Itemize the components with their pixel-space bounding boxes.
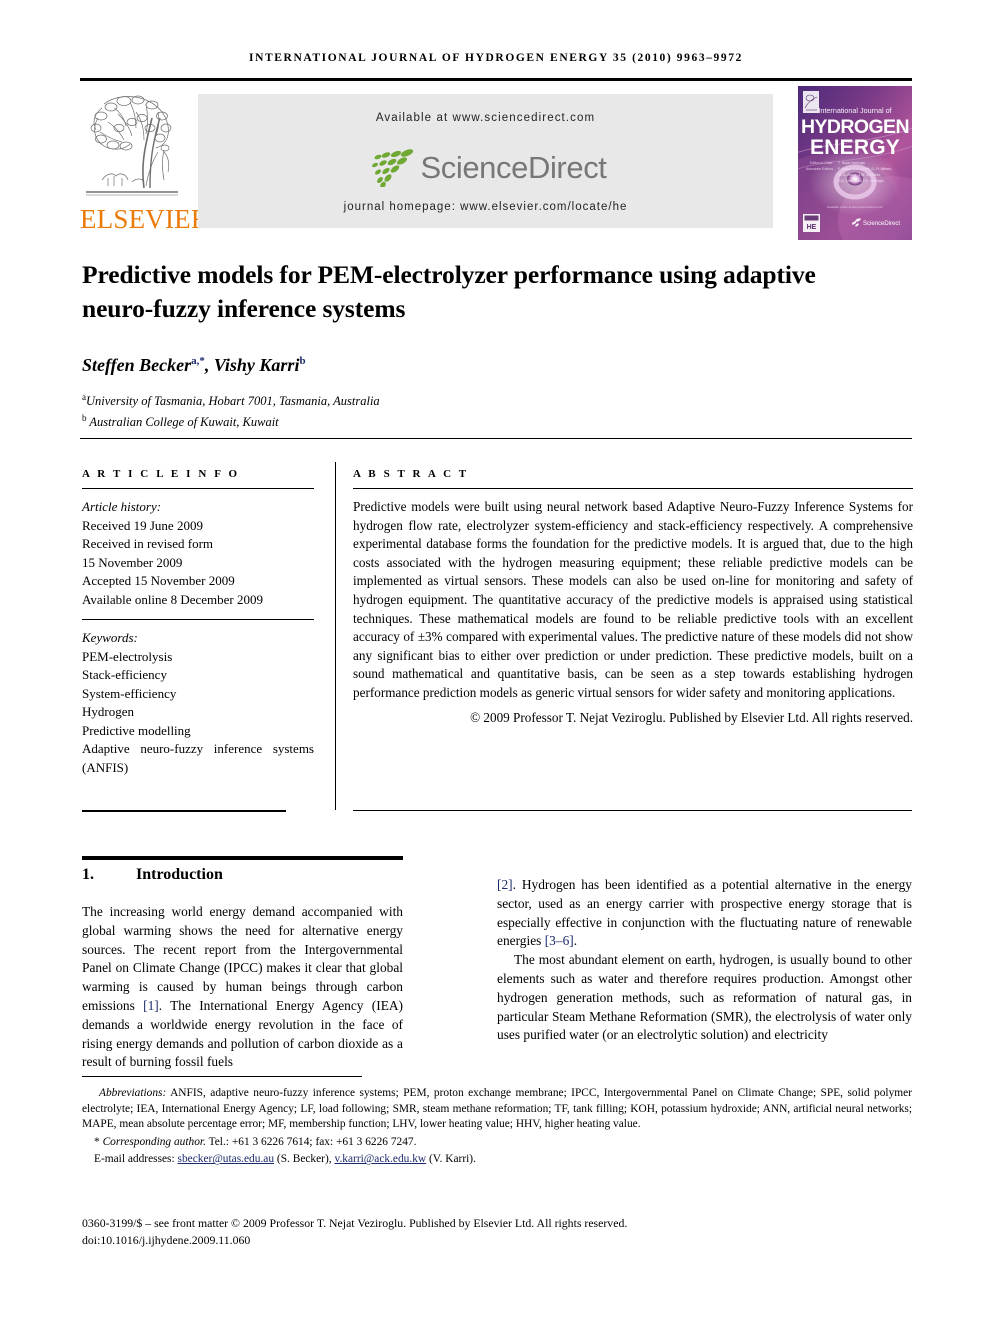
- svg-text:ScienceDirect: ScienceDirect: [863, 221, 900, 227]
- sciencedirect-banner: Available at www.sciencedirect.com Scien…: [198, 94, 773, 228]
- elsevier-wordmark: ELSEVIER: [80, 204, 210, 234]
- keyword-item: PEM-electrolysis: [82, 648, 173, 664]
- abstract-column: A B S T R A C T Predictive models were b…: [353, 468, 913, 727]
- abbreviations-label: Abbreviations:: [99, 1087, 167, 1099]
- keywords-block: Keywords: PEM-electrolysis Stack-efficie…: [82, 629, 314, 777]
- issn-front-matter: 0360-3199/$ – see front matter © 2009 Pr…: [82, 1216, 628, 1230]
- available-at-text: Available at www.sciencedirect.com: [375, 112, 596, 124]
- citation-ref: [3–6]: [544, 933, 574, 949]
- elsevier-logo: ELSEVIER: [80, 86, 210, 240]
- sciencedirect-wordmark: ScienceDirect: [420, 150, 607, 185]
- abstract-heading: A B S T R A C T: [353, 468, 469, 480]
- keyword-item: Stack-efficiency: [82, 667, 167, 682]
- svg-text:T. Nejat Veziroglu: T. Nejat Veziroglu: [838, 161, 865, 165]
- svg-text:HYDROGEN: HYDROGEN: [801, 116, 909, 138]
- history-item: Received 19 June 2009: [82, 517, 203, 533]
- keyword-item: Predictive modelling: [82, 722, 191, 738]
- svg-text:International Journal of: International Journal of: [818, 106, 891, 115]
- paragraph-text: The increasing world energy demand accom…: [82, 904, 403, 1013]
- svg-text:ENERGY: ENERGY: [810, 136, 900, 159]
- author-2-affil-marker: b: [299, 355, 306, 367]
- svg-text:S.A. Sherif and T.N. Veziroglu: S.A. Sherif and T.N. Veziroglu: [838, 179, 884, 183]
- doi-line: doi:10.1016/j.ijhydene.2009.11.060: [82, 1232, 251, 1247]
- svg-text:W.-A. Amos, J.W. Sheffield,: W.-A. Amos, J.W. Sheffield,: [838, 173, 881, 177]
- svg-text:Available online at www.scienc: Available online at www.sciencedirect.co…: [827, 205, 884, 209]
- footnote-rule: [82, 1076, 362, 1077]
- history-item: Received in revised form: [82, 536, 214, 551]
- article-info-rule: [82, 488, 314, 489]
- running-head: INTERNATIONAL JOURNAL OF HYDROGEN ENERGY…: [249, 52, 743, 64]
- article-info-column: A R T I C L E I N F O Article history: R…: [82, 468, 314, 777]
- email-owner-1: (S. Becker),: [274, 1153, 332, 1166]
- title-block-rule: [80, 438, 912, 439]
- body-column-right: [2]. Hydrogen has been identified as a p…: [497, 876, 912, 1045]
- svg-text:Editor-in-Chief: Editor-in-Chief: [810, 161, 832, 165]
- header-rule: [80, 78, 912, 81]
- corresponding-label: Corresponding author.: [102, 1135, 206, 1148]
- email-owner-2: (V. Karri).: [426, 1153, 476, 1166]
- history-item: Available online 8 December 2009: [82, 591, 263, 607]
- abstract-bottom-rule: [353, 810, 912, 811]
- email-link-karri[interactable]: v.karri@ack.edu.kw: [334, 1153, 426, 1165]
- corresponding-author-note: * Corresponding author. Tel.: +61 3 6226…: [82, 1135, 912, 1151]
- journal-homepage-text: journal homepage: www.elsevier.com/locat…: [343, 201, 628, 213]
- sciencedirect-logo: ScienceDirect: [198, 144, 773, 192]
- author-list: Steffen Beckera,*, Vishy Karrib: [82, 355, 306, 375]
- svg-text:HE: HE: [807, 224, 817, 231]
- masthead: ELSEVIER Available at www.sciencedirect.…: [80, 86, 912, 240]
- keywords-label: Keywords:: [82, 630, 138, 645]
- svg-text:Associate Editors: Associate Editors: [806, 167, 833, 171]
- email-link-becker[interactable]: sbecker@utas.edu.au: [178, 1153, 275, 1165]
- section-number: 1.: [82, 866, 94, 883]
- article-title: Predictive models for PEM-electrolyzer p…: [82, 260, 816, 323]
- affiliation-b-text: Australian College of Kuwait, Kuwait: [89, 415, 279, 430]
- affiliation-a-text: University of Tasmania, Hobart 7001, Tas…: [86, 394, 380, 409]
- section-title: Introduction: [136, 866, 223, 883]
- svg-text:F. Barbir, S.A. Sherif, D.-H.: F. Barbir, S.A. Sherif, D.-H. Mitrani,: [838, 167, 892, 171]
- author-name-2: Vishy Karri: [213, 355, 300, 375]
- page-footer: 0360-3199/$ – see front matter © 2009 Pr…: [82, 1215, 912, 1248]
- author-1-affil-marker: a,*: [191, 355, 205, 367]
- email-label: E-mail addresses:: [94, 1153, 175, 1166]
- section-heading-introduction: 1. Introduction: [82, 866, 223, 884]
- journal-article-page: INTERNATIONAL JOURNAL OF HYDROGEN ENERGY…: [0, 0, 992, 1323]
- corresponding-detail: Tel.: +61 3 6226 7614; fax: +61 3 6226 7…: [205, 1135, 417, 1148]
- paragraph-text: .: [573, 933, 578, 949]
- affiliation-b-marker: b: [82, 413, 87, 424]
- citation-ref: [1]: [143, 997, 159, 1013]
- article-history-label: Article history:: [82, 499, 162, 514]
- sciencedirect-leaf-icon: [372, 149, 414, 187]
- section-heavy-rule: [82, 856, 403, 860]
- citation-ref: [2]: [497, 877, 513, 892]
- abstract-rule: [353, 488, 913, 489]
- abbreviations-text: ANFIS, adaptive neuro-fuzzy inference sy…: [82, 1087, 912, 1131]
- article-history: Article history: Received 19 June 2009 R…: [82, 498, 314, 609]
- elsevier-tree-icon: [84, 88, 180, 204]
- paragraph: [2]. Hydrogen has been identified as a p…: [497, 876, 912, 951]
- info-column-bottom-rule: [82, 810, 286, 812]
- corresponding-marker: *: [94, 1135, 100, 1148]
- body-column-left: The increasing world energy demand accom…: [82, 903, 403, 1072]
- abstract-copyright: © 2009 Professor T. Nejat Veziroglu. Pub…: [470, 709, 913, 725]
- affiliation-b: b Australian College of Kuwait, Kuwait: [82, 410, 872, 431]
- keyword-item: Adaptive neuro-fuzzy inference systems (…: [82, 741, 314, 775]
- footnote-block: Abbreviations: ANFIS, adaptive neuro-fuz…: [82, 1086, 912, 1168]
- history-item: Accepted 15 November 2009: [82, 573, 235, 588]
- affiliation-a: aUniversity of Tasmania, Hobart 7001, Ta…: [82, 389, 872, 410]
- keyword-item: Hydrogen: [82, 704, 134, 719]
- abbreviations-note: Abbreviations: ANFIS, adaptive neuro-fuz…: [82, 1086, 912, 1133]
- journal-cover-thumbnail: International Journal of HYDROGEN ENERGY…: [798, 86, 912, 240]
- info-abstract-divider: [335, 462, 336, 810]
- keywords-rule: [82, 619, 314, 620]
- history-item: 15 November 2009: [82, 554, 183, 570]
- paragraph: The increasing world energy demand accom…: [82, 903, 403, 1072]
- affiliations: aUniversity of Tasmania, Hobart 7001, Ta…: [82, 389, 872, 431]
- email-note: E-mail addresses: sbecker@utas.edu.au (S…: [82, 1152, 912, 1168]
- abstract-body: Predictive models were built using neura…: [353, 499, 913, 700]
- journal-cover-art: International Journal of HYDROGEN ENERGY…: [798, 86, 912, 240]
- keyword-item: System-efficiency: [82, 685, 177, 701]
- author-name-1: Steffen Becker: [82, 355, 192, 375]
- article-info-heading: A R T I C L E I N F O: [82, 468, 240, 480]
- paragraph: The most abundant element on earth, hydr…: [497, 952, 912, 1043]
